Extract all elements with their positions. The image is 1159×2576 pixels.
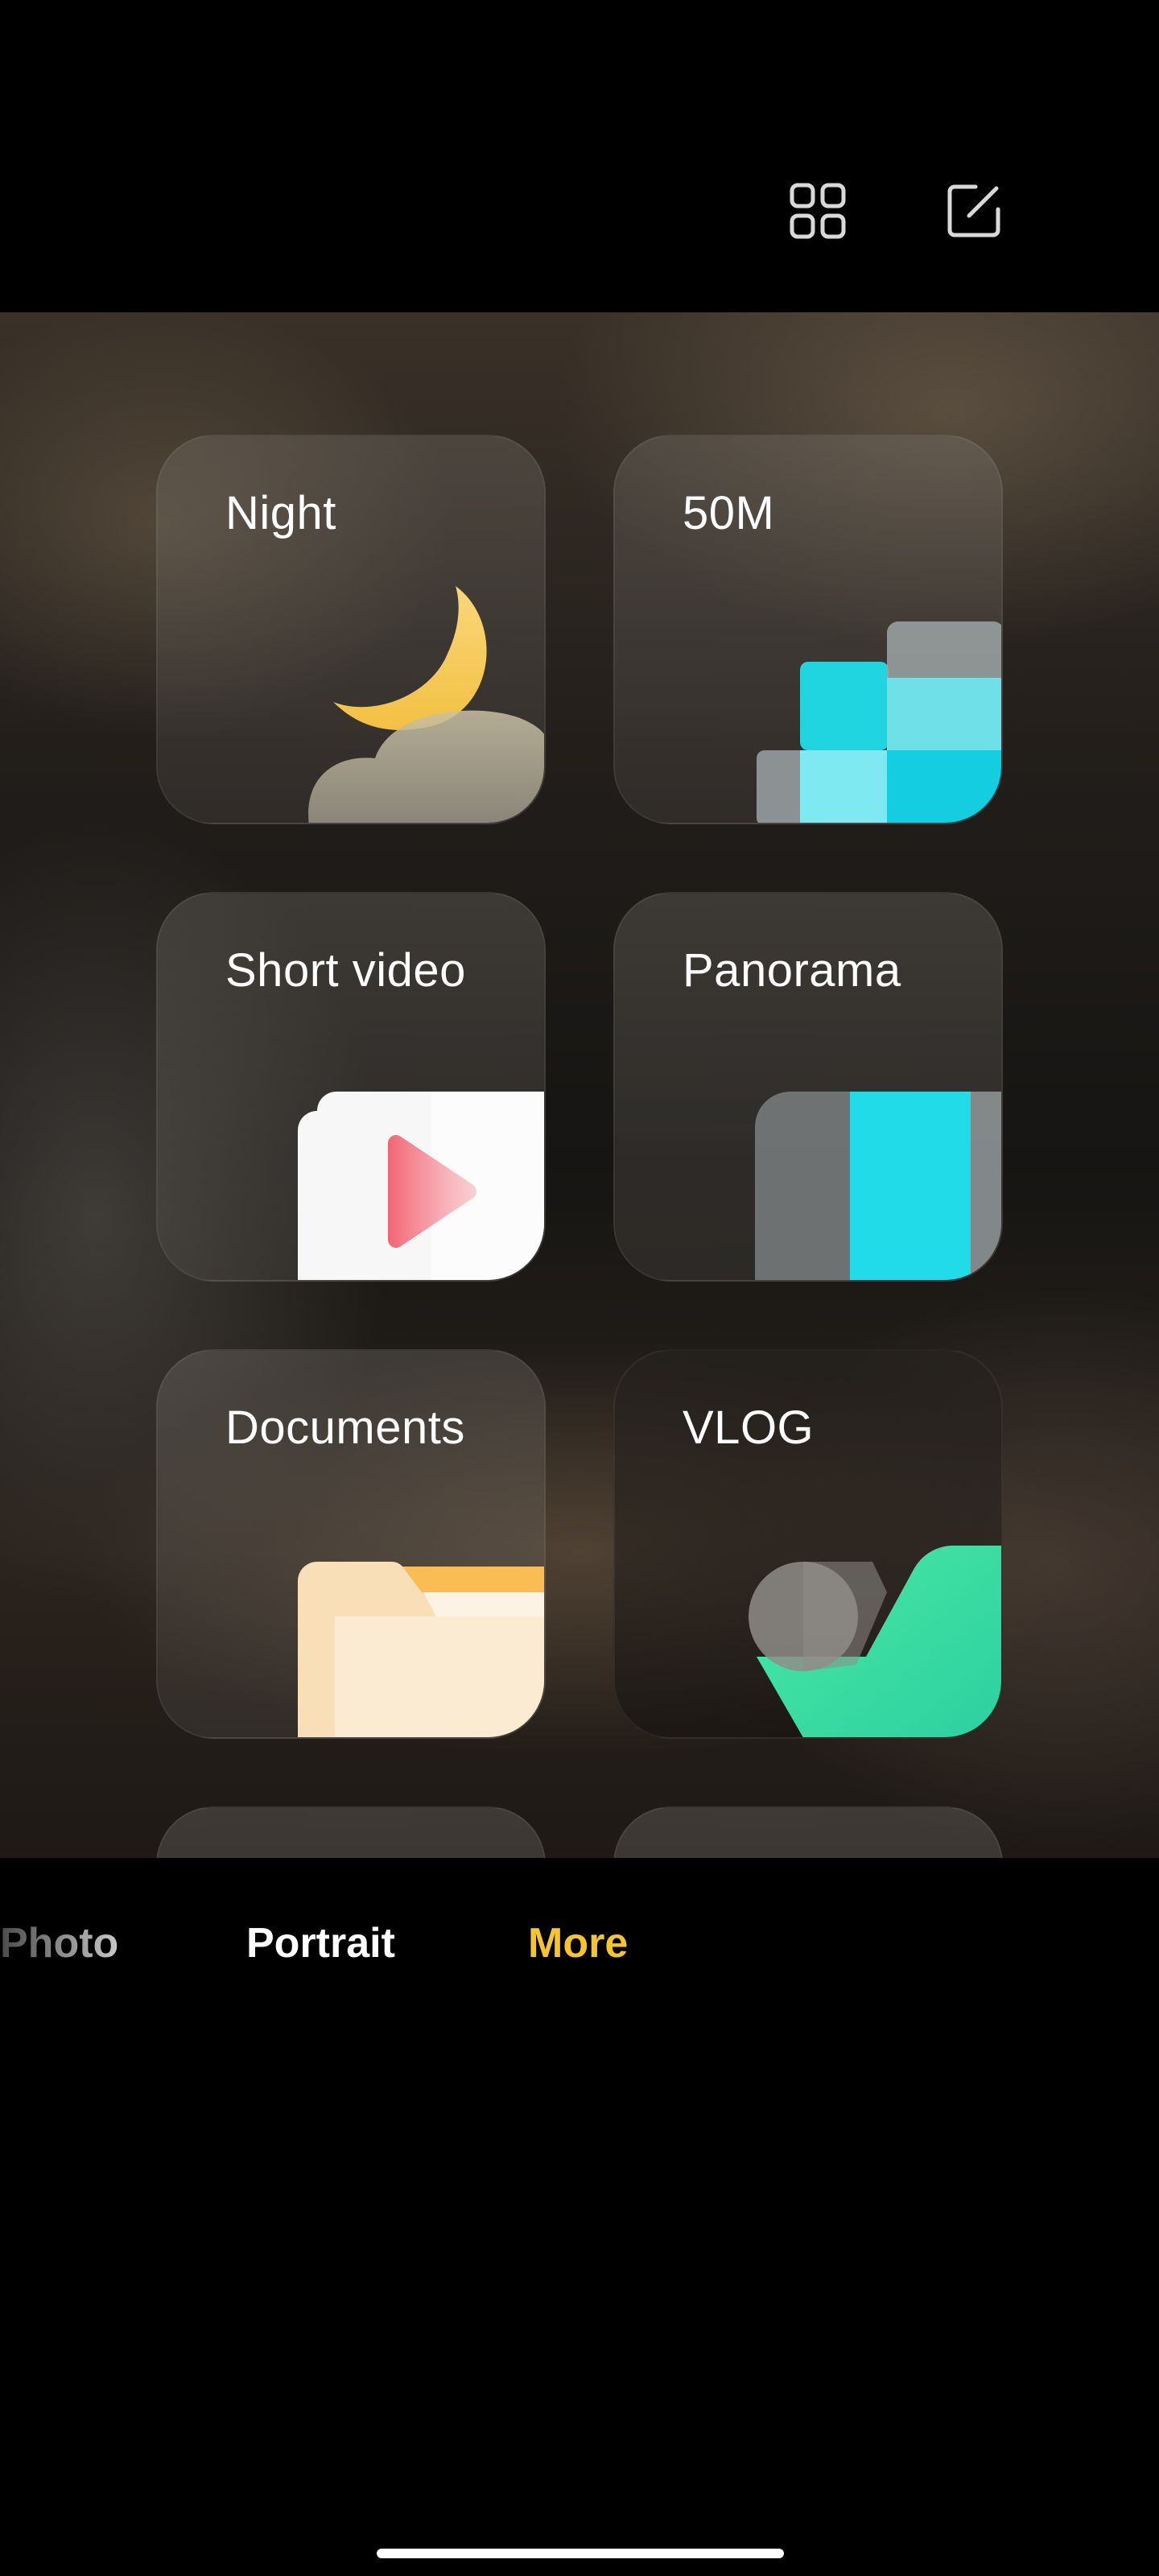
- camera-screen: Night 50M Short video Panorama Documents…: [0, 0, 1159, 2576]
- grid-icon[interactable]: [787, 180, 848, 242]
- mode-label: Panorama: [683, 944, 901, 997]
- tab-portrait[interactable]: Portrait: [246, 1919, 395, 1967]
- mode-label: 50M: [683, 487, 775, 539]
- mode-card-night[interactable]: Night: [156, 435, 546, 824]
- mode-card-short-video[interactable]: Short video: [156, 892, 546, 1282]
- home-indicator[interactable]: [377, 2549, 784, 2558]
- mode-grid: Night 50M Short video Panorama Documents…: [0, 312, 1159, 1858]
- mode-label: Documents: [225, 1402, 465, 1454]
- mode-card-partial[interactable]: [613, 1806, 1003, 1858]
- mode-card-partial[interactable]: [156, 1806, 546, 1858]
- tab-photo[interactable]: Photo: [0, 1919, 118, 1967]
- tab-more[interactable]: More: [528, 1919, 628, 1967]
- edit-icon[interactable]: [943, 180, 1004, 242]
- mode-card-panorama[interactable]: Panorama: [613, 892, 1003, 1282]
- moon-cloud-icon: [158, 436, 544, 823]
- mode-label: Short video: [225, 944, 466, 997]
- mode-bar: Photo Portrait More: [0, 1858, 1159, 2035]
- mode-card-documents[interactable]: Documents: [156, 1349, 546, 1739]
- high-resolution-icon: [615, 436, 1001, 823]
- top-bar: [0, 0, 1159, 312]
- mode-label: Night: [225, 487, 336, 539]
- mode-card-vlog[interactable]: VLOG: [613, 1349, 1003, 1739]
- mode-card-50m[interactable]: 50M: [613, 435, 1003, 824]
- mode-label: VLOG: [683, 1402, 815, 1454]
